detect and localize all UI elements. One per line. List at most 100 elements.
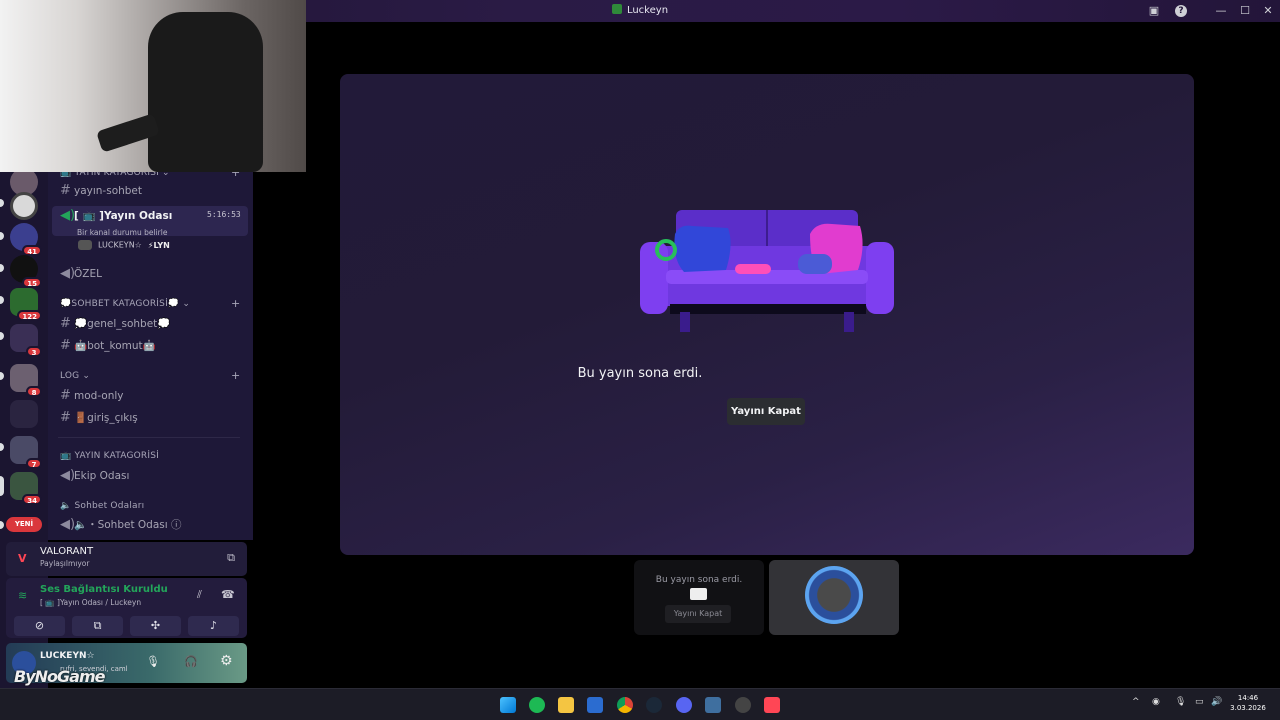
- soundboard-button[interactable]: ♪: [188, 616, 239, 636]
- mention-badge: 7: [26, 458, 42, 469]
- steam-tray-icon[interactable]: ◉: [1152, 697, 1160, 707]
- hash-icon: #: [60, 183, 71, 198]
- window-title-text: Luckeyn: [626, 5, 669, 16]
- mention-badge: 15: [22, 277, 42, 288]
- new-badge[interactable]: YENİ: [6, 517, 42, 532]
- disconnect-icon[interactable]: ☎: [221, 588, 235, 601]
- app-icon[interactable]: [735, 697, 751, 713]
- volume-icon[interactable]: 🔊: [1211, 697, 1222, 707]
- channel-giris-cikis[interactable]: # 🚪giriş_çıkış: [52, 408, 248, 428]
- category-sohbet-odalari[interactable]: 🔈 Sohbet Odaları: [60, 501, 144, 511]
- display-tray-icon[interactable]: ▭: [1195, 697, 1204, 707]
- share-screen-icon[interactable]: ⧉: [227, 551, 235, 565]
- unread-indicator: [0, 199, 4, 207]
- add-channel-icon[interactable]: +: [231, 369, 240, 382]
- channel-ekip-odasi[interactable]: ◀)Ekip Odası: [52, 466, 248, 486]
- hash-icon: #: [60, 410, 71, 425]
- windows-start-icon[interactable]: [500, 697, 516, 713]
- username[interactable]: LUCKEYN☆: [40, 651, 95, 661]
- gear-icon[interactable]: ⚙: [220, 653, 233, 669]
- thumbnail-ended-text: Bu yayın sona erdi.: [655, 575, 743, 585]
- noise-suppression-icon[interactable]: ⫽: [197, 588, 202, 602]
- server-folder[interactable]: 7: [10, 436, 42, 469]
- clock-time: 14:46: [1237, 694, 1259, 702]
- spotify-icon[interactable]: [529, 697, 545, 713]
- file-explorer-icon[interactable]: [558, 697, 574, 713]
- chevron-up-icon[interactable]: ^: [1132, 697, 1140, 707]
- speaker-icon: ◀): [60, 468, 76, 483]
- channel-status[interactable]: Bir kanal durumu belirle: [77, 228, 167, 237]
- activities-button[interactable]: ✣: [130, 616, 181, 636]
- camera-off-button[interactable]: ⊘: [14, 616, 65, 636]
- voice-participant[interactable]: LUCKEYN☆ ⚡LYN: [78, 240, 170, 250]
- unread-indicator: [0, 264, 4, 272]
- server-icon[interactable]: 41: [10, 223, 42, 256]
- activity-status: Paylaşılmıyor: [40, 559, 90, 568]
- minimize-button[interactable]: —: [1213, 3, 1229, 19]
- server-folder[interactable]: 34: [10, 472, 42, 505]
- help-icon[interactable]: ?: [1175, 5, 1187, 17]
- screen-share-button[interactable]: ⧉: [72, 616, 123, 636]
- server-folder[interactable]: 8: [10, 364, 42, 397]
- voice-timer: 5:16:53: [207, 210, 241, 219]
- stream-stage: [340, 74, 1194, 555]
- taskbar-clock[interactable]: 14:46 3.03.2026: [1226, 693, 1270, 713]
- watermark: ByNoGame: [14, 667, 105, 686]
- server-folder[interactable]: 3: [10, 324, 42, 357]
- microphone-icon[interactable]: 🎙: [146, 655, 160, 668]
- channel-genel-sohbet[interactable]: # 💭genel_sohbet💭: [52, 314, 248, 334]
- speaker-icon: ◀): [60, 517, 76, 532]
- couch-illustration: [640, 210, 894, 332]
- hash-icon: #: [60, 316, 71, 331]
- activity-panel: V VALORANT Paylaşılmıyor ⧉: [6, 542, 247, 576]
- unread-indicator: [0, 443, 4, 451]
- channel-ozel[interactable]: ◀)ÖZEL: [52, 264, 248, 284]
- channel-mod-only[interactable]: # mod-only: [52, 386, 248, 406]
- steam-icon[interactable]: [646, 697, 662, 713]
- headphones-icon[interactable]: 🎧: [184, 655, 198, 668]
- server-folder[interactable]: [10, 400, 38, 428]
- participant-tag: ⚡LYN: [147, 240, 170, 250]
- category-sohbet[interactable]: 💭SOHBET KATAGORİSİ💭 ⌄: [60, 299, 190, 309]
- store-icon[interactable]: [587, 697, 603, 713]
- thumbnail-close-button[interactable]: Yayını Kapat: [665, 605, 731, 623]
- mention-badge: 34: [22, 494, 42, 505]
- voice-status[interactable]: Ses Bağlantısı Kuruldu: [40, 584, 168, 595]
- close-window-button[interactable]: ✕: [1260, 3, 1276, 19]
- server-icon[interactable]: 15: [10, 255, 42, 288]
- signal-icon[interactable]: ≋: [18, 589, 27, 602]
- server-icon[interactable]: [10, 192, 38, 220]
- valorant-taskbar-icon[interactable]: [764, 697, 780, 713]
- hash-icon: #: [60, 338, 71, 353]
- category-log[interactable]: LOG ⌄: [60, 371, 90, 381]
- server-folder[interactable]: 122: [10, 288, 42, 321]
- mention-badge: 122: [17, 310, 42, 321]
- channel-bot-komut[interactable]: # 🤖bot_komut🤖: [52, 336, 248, 356]
- category-label: 💭SOHBET KATAGORİSİ💭: [60, 299, 180, 309]
- taskbar: ^ ◉ 🎙 ▭ 🔊: [0, 688, 1280, 720]
- channel-label: 🔈・Sohbet Odası: [74, 519, 168, 531]
- participant-avatar: [805, 566, 863, 624]
- channel-yayin-sohbet[interactable]: # yayın-sohbet: [52, 181, 248, 201]
- category-label: Sohbet Odaları: [74, 501, 145, 511]
- channel-label: mod-only: [74, 390, 124, 402]
- selected-indicator: [0, 476, 4, 496]
- discord-icon[interactable]: [676, 697, 692, 713]
- participant-name: LUCKEYN☆: [98, 240, 142, 250]
- discord-window: Luckeyn ▣ ? — ☐ ✕ Bu yayın sona erdi. Ya…: [0, 0, 1280, 720]
- chrome-icon[interactable]: [617, 697, 633, 713]
- add-channel-icon[interactable]: +: [231, 297, 240, 310]
- channel-label: [ 📺 ]Yayın Odası: [74, 210, 173, 222]
- maximize-button[interactable]: ☐: [1237, 3, 1253, 19]
- app-icon[interactable]: [705, 697, 721, 713]
- category-yayin-2[interactable]: 📺 YAYIN KATAGORİSİ: [60, 451, 159, 461]
- unread-indicator: [0, 521, 4, 529]
- voice-channel[interactable]: [ 📺 ]Yayın Odası / Luckeyn: [40, 598, 141, 607]
- channel-sohbet-odasi[interactable]: ◀)🔈・Sohbet Odası ⓘ: [52, 515, 248, 535]
- category-label: YAYIN KATAGORİSİ: [74, 451, 160, 461]
- gaming-chair: [148, 12, 263, 172]
- close-stream-button[interactable]: Yayını Kapat: [727, 398, 805, 425]
- inbox-icon[interactable]: ▣: [1146, 3, 1162, 19]
- unread-indicator: [0, 332, 4, 340]
- microphone-tray-icon[interactable]: 🎙: [1175, 697, 1186, 707]
